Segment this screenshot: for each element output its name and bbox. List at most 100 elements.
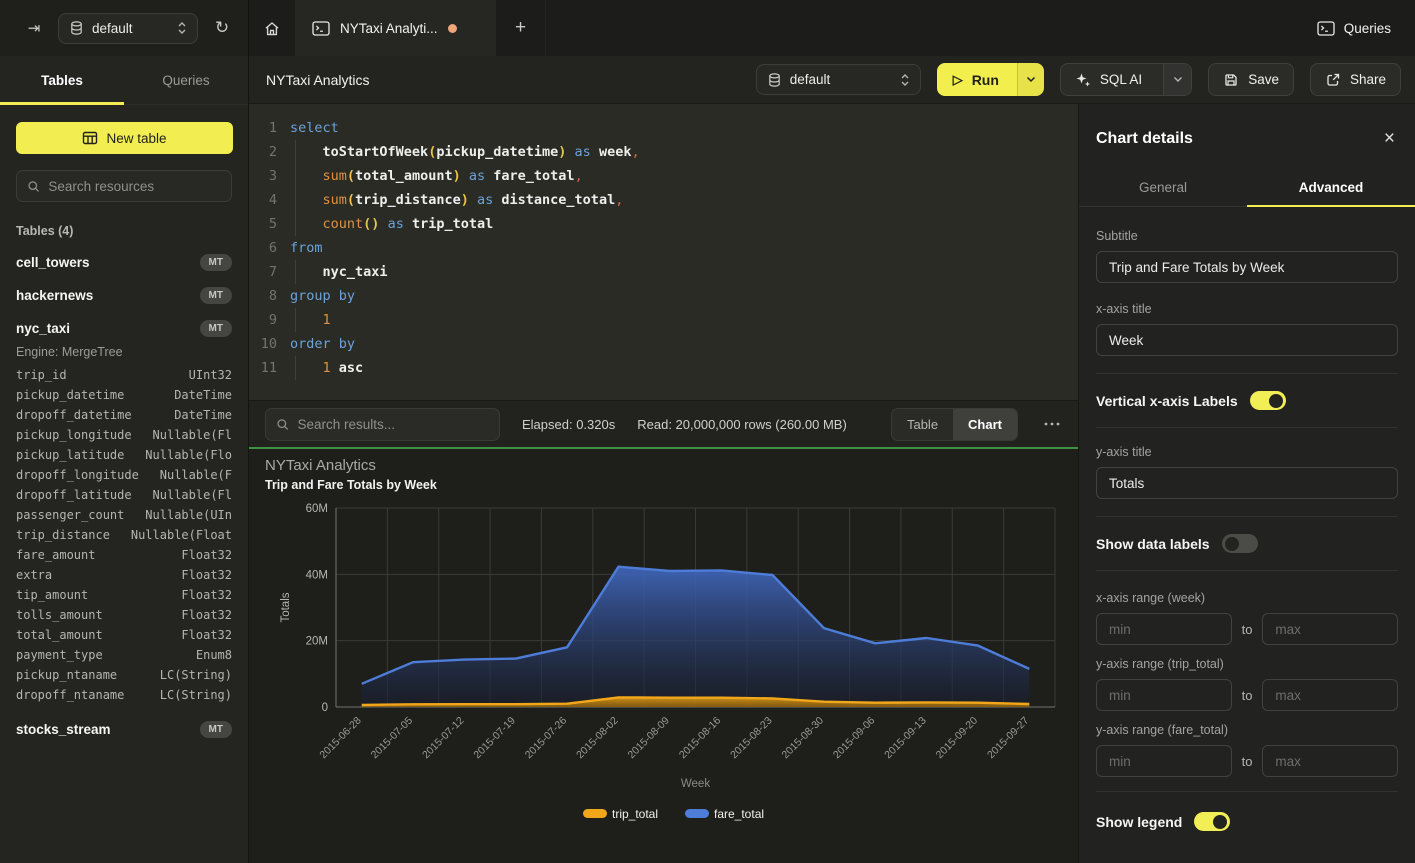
svg-text:2015-08-23: 2015-08-23 xyxy=(728,715,775,762)
range-max-input[interactable] xyxy=(1262,613,1398,645)
svg-text:2015-08-16: 2015-08-16 xyxy=(677,715,724,762)
chevron-updown-icon xyxy=(177,20,187,36)
table-row[interactable]: nyc_taxi MT xyxy=(16,312,232,345)
show-data-labels-toggle[interactable] xyxy=(1222,534,1258,553)
column-name: trip_id xyxy=(16,365,67,385)
new-table-button[interactable]: New table xyxy=(16,122,233,154)
svg-text:0: 0 xyxy=(322,702,328,714)
range-min-input[interactable] xyxy=(1096,679,1232,711)
y-axis-title-label: y-axis title xyxy=(1096,445,1398,459)
svg-text:2015-09-06: 2015-09-06 xyxy=(831,715,878,762)
query-database-selector[interactable]: default xyxy=(756,64,921,95)
column-row: dropoff_ntaname LC(String) xyxy=(16,685,232,705)
range-min-input[interactable] xyxy=(1096,613,1232,645)
svg-text:2015-08-09: 2015-08-09 xyxy=(625,715,672,762)
tab-advanced[interactable]: Advanced xyxy=(1247,168,1415,206)
sidebar-search[interactable] xyxy=(16,170,232,202)
view-toggle-chart[interactable]: Chart xyxy=(953,409,1017,440)
column-row: total_amount Float32 xyxy=(16,625,232,645)
column-name: tip_amount xyxy=(16,585,88,605)
chevron-down-icon xyxy=(1173,76,1183,83)
svg-text:2015-07-05: 2015-07-05 xyxy=(369,715,416,762)
show-legend-toggle[interactable] xyxy=(1194,812,1230,831)
sidebar-search-input[interactable] xyxy=(48,179,221,194)
column-row: dropoff_latitude Nullable(Fl xyxy=(16,485,232,505)
panel-tabs: General Advanced xyxy=(1079,168,1415,207)
line-number: 4 xyxy=(249,188,277,212)
tab-title: NYTaxi Analyti... xyxy=(340,21,438,36)
close-icon[interactable]: × xyxy=(1384,132,1395,146)
table-row[interactable]: hackernews MT xyxy=(16,279,232,312)
sql-editor[interactable]: 1 select 2 toStartOfWeek(pickup_datetime… xyxy=(249,104,1078,400)
table-row[interactable]: stocks_stream MT xyxy=(16,713,232,746)
column-name: trip_distance xyxy=(16,525,110,545)
column-type: UInt32 xyxy=(189,365,232,385)
sql-ai-button-group: SQL AI xyxy=(1060,63,1192,96)
code-line: 10 order by xyxy=(249,332,1078,356)
column-row: payment_type Enum8 xyxy=(16,645,232,665)
topbar-database-selector[interactable]: default xyxy=(58,13,198,44)
x-axis-title-input[interactable] xyxy=(1096,324,1398,356)
chart-details-panel: Chart details × General Advanced Subtitl… xyxy=(1078,104,1415,863)
sparkle-icon xyxy=(1075,72,1091,88)
line-number: 7 xyxy=(249,260,277,284)
queries-button[interactable]: Queries xyxy=(1317,21,1391,36)
line-number: 11 xyxy=(249,356,277,380)
show-legend-label: Show legend xyxy=(1096,814,1182,830)
axis-range-group: y-axis range (fare_total) to xyxy=(1096,723,1398,777)
save-button[interactable]: Save xyxy=(1208,63,1294,96)
view-toggle-table[interactable]: Table xyxy=(892,409,953,440)
chart-title: NYTaxi Analytics xyxy=(265,457,376,474)
range-max-input[interactable] xyxy=(1262,679,1398,711)
column-name: dropoff_datetime xyxy=(16,405,132,425)
range-to-label: to xyxy=(1242,622,1253,637)
table-name: cell_towers xyxy=(16,255,90,270)
range-min-input[interactable] xyxy=(1096,745,1232,777)
terminal-icon xyxy=(312,21,330,36)
column-row: trip_distance Nullable(Float xyxy=(16,525,232,545)
query-title: NYTaxi Analytics xyxy=(266,72,740,88)
column-type: Nullable(Fl xyxy=(153,425,232,445)
line-number: 10 xyxy=(249,332,277,356)
range-to-label: to xyxy=(1242,754,1253,769)
range-max-input[interactable] xyxy=(1262,745,1398,777)
share-label: Share xyxy=(1350,72,1386,87)
sidebar-tab-tables[interactable]: Tables xyxy=(0,56,124,104)
tab-general[interactable]: General xyxy=(1079,168,1247,206)
new-tab-button[interactable]: + xyxy=(496,0,546,56)
legend-item-trip_total[interactable]: trip_total xyxy=(583,807,658,821)
column-row: pickup_datetime DateTime xyxy=(16,385,232,405)
code-line: 1 select xyxy=(249,116,1078,140)
table-name: hackernews xyxy=(16,288,93,303)
run-button[interactable]: ▷ Run xyxy=(937,63,1017,96)
results-search[interactable] xyxy=(265,408,500,441)
legend-item-fare_total[interactable]: fare_total xyxy=(685,807,764,821)
results-more-button[interactable] xyxy=(1040,422,1064,426)
run-options-caret[interactable] xyxy=(1017,63,1044,96)
query-tab[interactable]: NYTaxi Analyti... xyxy=(296,0,496,56)
sidebar-tabs: Tables Queries xyxy=(0,56,248,105)
column-type: LC(String) xyxy=(160,665,232,685)
vertical-x-labels-toggle[interactable] xyxy=(1250,391,1286,410)
search-icon xyxy=(27,179,40,194)
unsaved-changes-dot xyxy=(448,24,457,33)
code-line: 11 1 asc xyxy=(249,356,1078,380)
subtitle-input[interactable] xyxy=(1096,251,1398,283)
collapse-sidebar-icon[interactable]: ⇥ xyxy=(20,14,48,42)
engine-badge: MT xyxy=(200,320,232,337)
table-row[interactable]: cell_towers MT xyxy=(16,246,232,279)
engine-badge: MT xyxy=(200,287,232,304)
sql-ai-caret[interactable] xyxy=(1163,64,1191,95)
share-button[interactable]: Share xyxy=(1310,63,1401,96)
chart-legend: trip_total fare_total xyxy=(583,807,764,821)
refresh-icon[interactable]: ↻ xyxy=(208,14,236,42)
column-type: Float32 xyxy=(181,545,232,565)
home-tab-button[interactable] xyxy=(249,0,296,56)
axis-range-group: y-axis range (trip_total) to xyxy=(1096,657,1398,711)
sidebar-tab-queries[interactable]: Queries xyxy=(124,56,248,104)
sql-ai-button[interactable]: SQL AI xyxy=(1061,64,1154,95)
x-tick-labels: 2015-06-282015-07-052015-07-122015-07-19… xyxy=(317,715,1031,762)
results-search-input[interactable] xyxy=(297,417,489,432)
y-axis-title-input[interactable] xyxy=(1096,467,1398,499)
column-name: pickup_longitude xyxy=(16,425,132,445)
